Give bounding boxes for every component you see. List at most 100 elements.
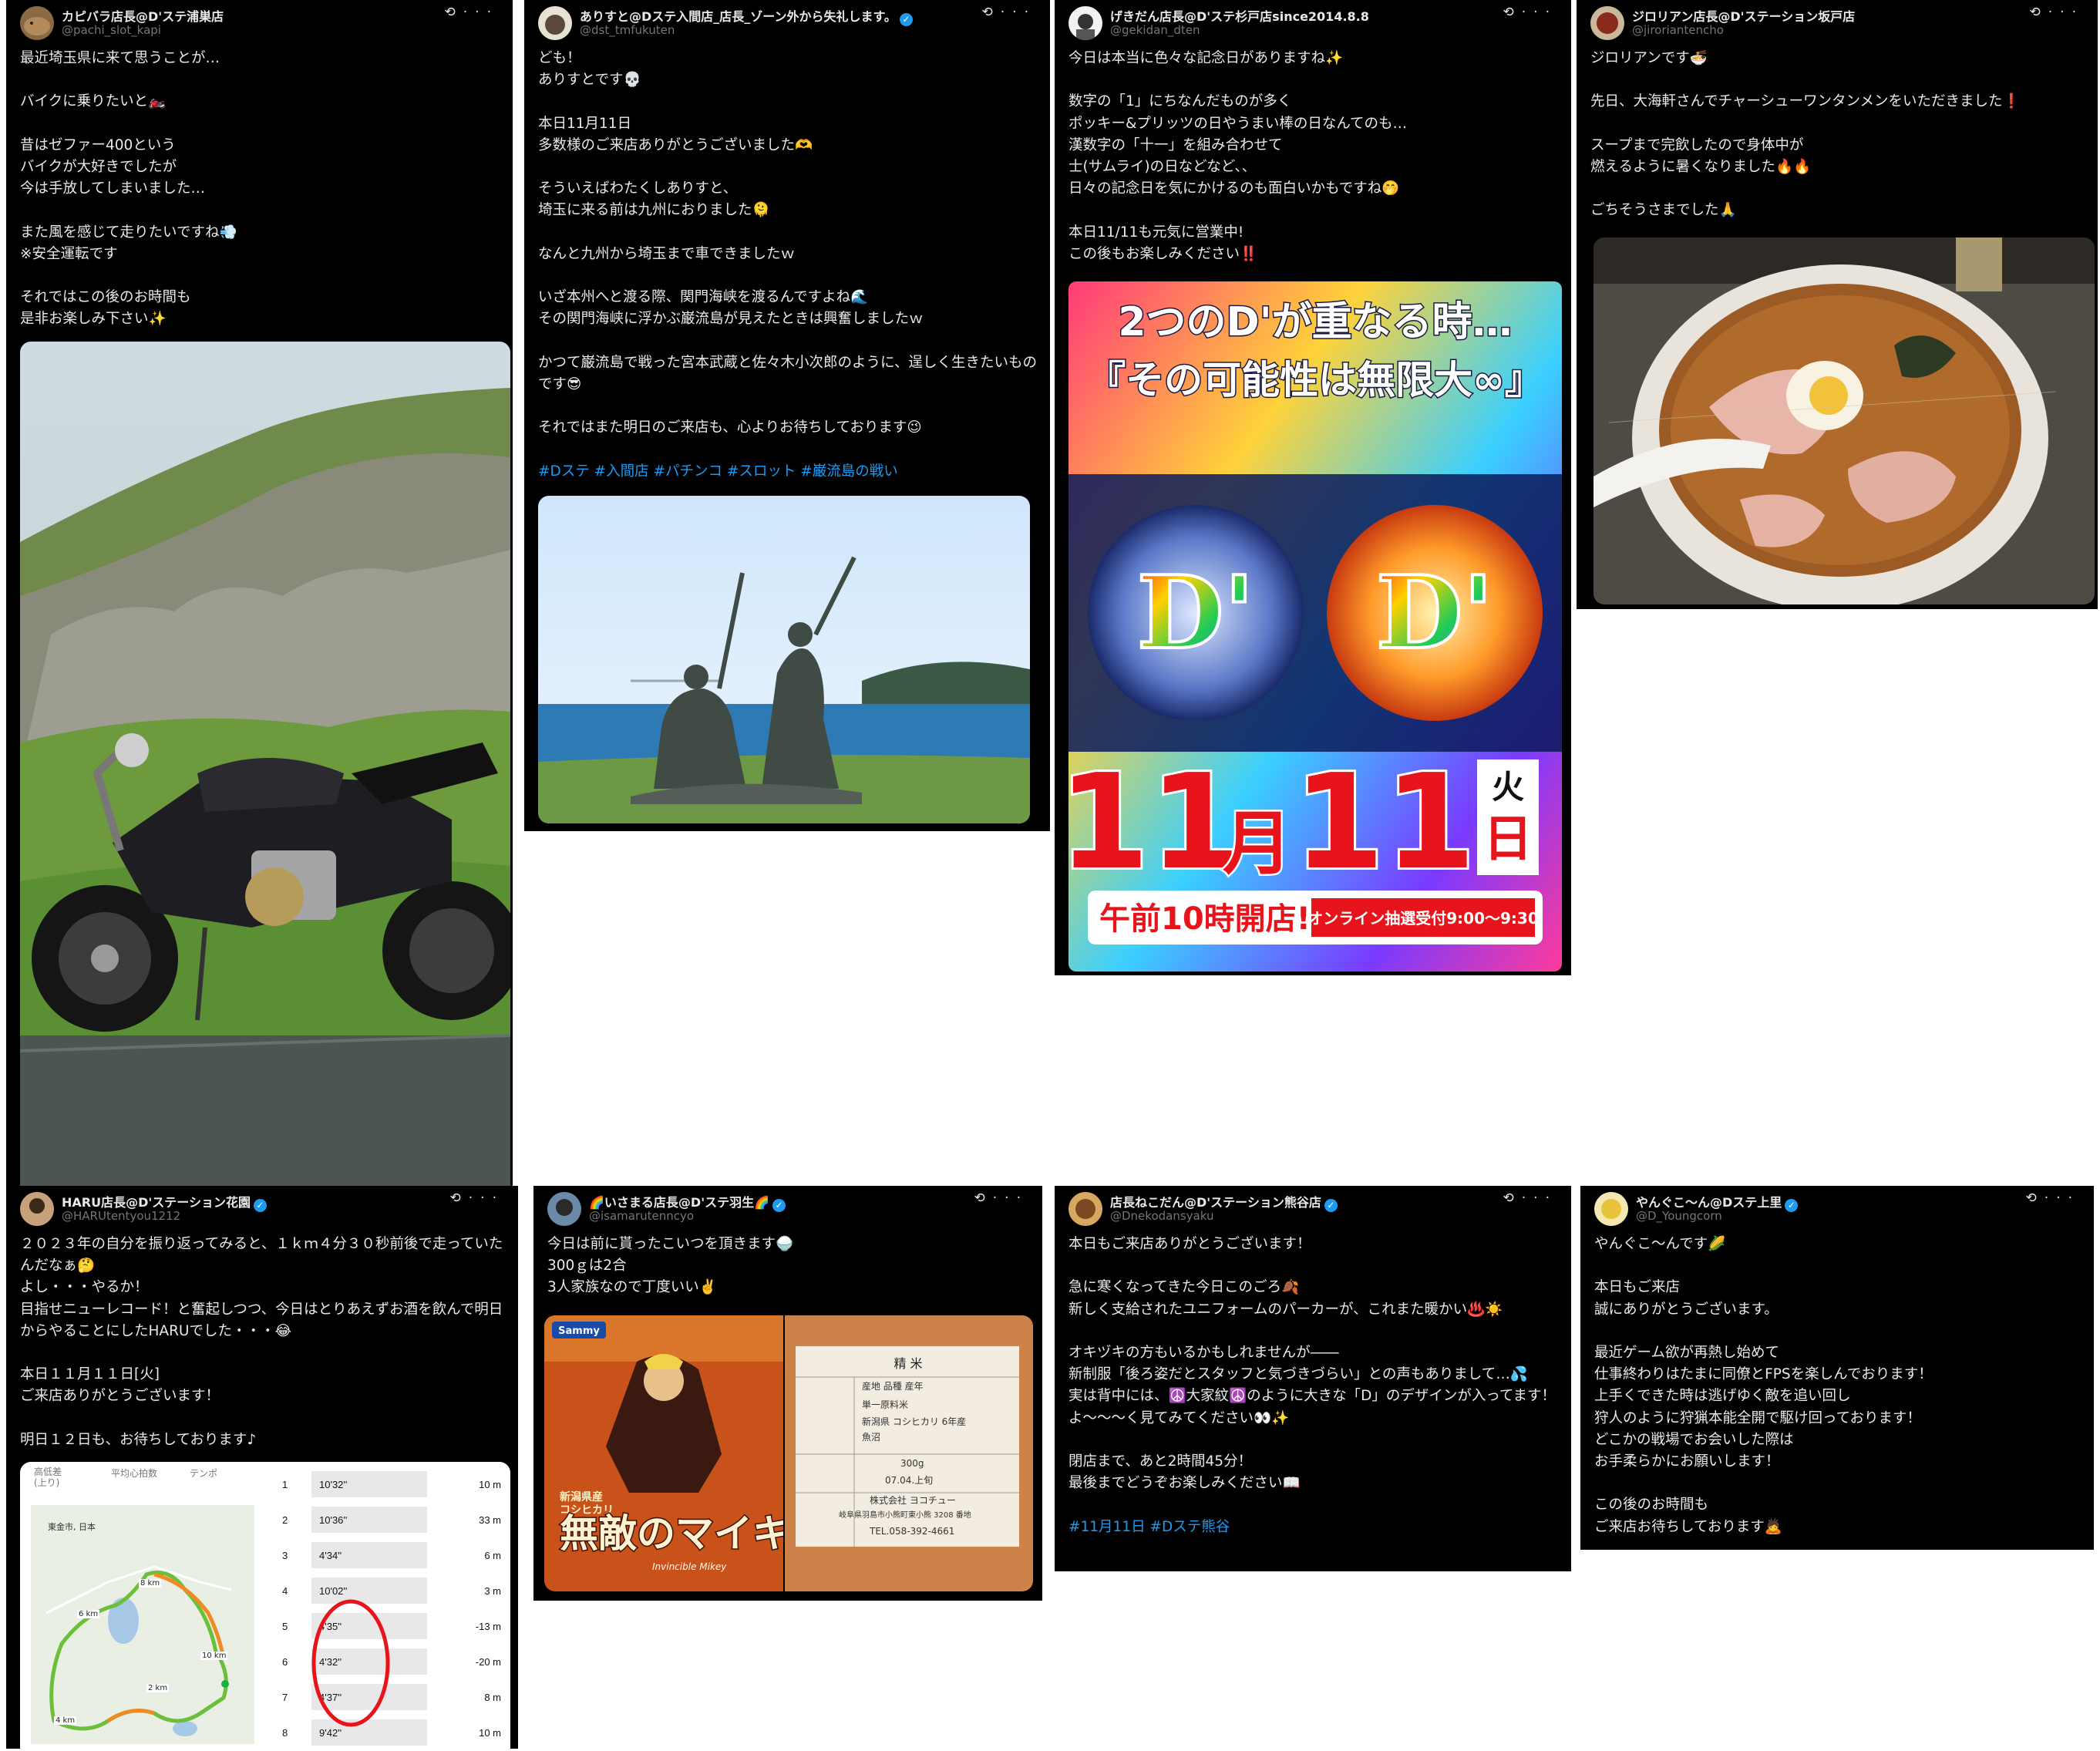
route-map[interactable]: 東金市, 日本 8 km 6 km 10 km 2 km 4 km	[31, 1505, 254, 1744]
header-actions: ⟲···	[2026, 1190, 2080, 1206]
poster-weekday: 火	[1492, 768, 1524, 806]
poster-open-time: 午前10時開店!	[1099, 901, 1311, 937]
rice-label-row: 魚沼	[862, 1432, 880, 1443]
post-card: カピバラ店長@D'ステ浦巣店 @pachi_slot_kapi ⟲··· 最近埼…	[6, 0, 513, 1195]
poster-headline-1: 2つのD'が重なる時…	[1118, 299, 1512, 345]
user-handle[interactable]: @gekidan_dten	[1110, 23, 1200, 37]
rice-label-row: 新潟県 コシヒカリ 6年産	[862, 1416, 966, 1427]
grok-icon[interactable]: ⟲	[2030, 5, 2048, 20]
statue-photo[interactable]	[538, 496, 1030, 823]
post-header: カピバラ店長@D'ステ浦巣店 @pachi_slot_kapi ⟲···	[20, 5, 499, 43]
avatar[interactable]	[1069, 1192, 1102, 1226]
grok-icon[interactable]: ⟲	[1503, 5, 1522, 20]
grok-icon[interactable]: ⟲	[974, 1190, 993, 1206]
post-header: げきだん店長@D'ステ杉戸店since2014.8.8 @gekidan_dte…	[1069, 5, 1557, 43]
avatar[interactable]	[538, 6, 572, 40]
avatar[interactable]	[1069, 6, 1102, 40]
grok-icon[interactable]: ⟲	[445, 5, 463, 20]
post-card: やんぐこ〜ん@Dステ上里 ✓ @D_Youngcorn ⟲··· やんぐこ〜んです…	[1580, 1186, 2094, 1550]
more-icon[interactable]: ···	[993, 1190, 1028, 1206]
avatar[interactable]	[547, 1192, 581, 1226]
verified-badge-icon: ✓	[1324, 1199, 1338, 1212]
table-row: 2 10'36'' 33 m	[274, 1502, 506, 1536]
rice-package-photo-front[interactable]: Sammy 新潟県産コシヒカリ 無敵のマイキー Invincible Mikey	[544, 1315, 783, 1591]
post-text: ジロリアンです🍜 先日、大海軒さんでチャーシューワンタンメンをいただきました❗ …	[1590, 50, 2021, 219]
avatar[interactable]	[1594, 1192, 1628, 1226]
verified-badge-icon: ✓	[1785, 1199, 1799, 1212]
more-icon[interactable]: ···	[1522, 1190, 1557, 1206]
more-icon[interactable]: ···	[1522, 5, 1557, 20]
post-card: ジロリアン店長@D'ステーション坂戸店 @jiroriantencho ⟲···…	[1577, 0, 2098, 609]
header-actions: ⟲···	[1503, 5, 1557, 20]
header-actions: ⟲···	[450, 1190, 504, 1206]
avatar[interactable]	[20, 6, 54, 40]
more-icon[interactable]: ···	[2048, 5, 2084, 20]
grok-icon[interactable]: ⟲	[1503, 1190, 1522, 1206]
run-header-heartrate: 平均心拍数	[111, 1468, 158, 1479]
run-header-elevation: 高低差 (上り)	[34, 1466, 62, 1488]
post-header: ありすと@Dステ入間店_店長_ゾーン外から失礼します。 ✓ @dst_tmfuku…	[538, 5, 1036, 43]
avatar[interactable]	[1590, 6, 1624, 40]
display-name[interactable]: カピバラ店長@D'ステ浦巣店	[62, 6, 224, 25]
poster-lottery: オンライン抽選受付9:00～9:30	[1307, 909, 1539, 928]
post-text: 最近埼玉県に来て思うことが… バイクに乗りたいと🏍️ 昔はゼファー400という …	[20, 50, 237, 328]
avatar[interactable]	[20, 1192, 54, 1226]
map-km-8: 8 km	[139, 1579, 162, 1588]
grok-icon[interactable]: ⟲	[450, 1190, 469, 1206]
rice-label-row: 産地 品種 産年	[862, 1380, 924, 1392]
event-poster[interactable]: D' D' 2つのD'が重なる時… 『その可能性は無限大∞』 11 月 11 火…	[1069, 281, 1562, 971]
ramen-photo[interactable]	[1594, 237, 2095, 604]
hashtags[interactable]: #11月11日 #Dステ熊谷	[1069, 1519, 1230, 1535]
rice-label-row: 単一原料米	[862, 1399, 908, 1410]
post-text: やんぐこ〜んです🌽 本日もご来店 誠にありがとうございます。 最近ゲーム欲が再熱…	[1594, 1236, 1933, 1535]
user-handle[interactable]: @HARUtentyou1212	[62, 1209, 180, 1223]
more-icon[interactable]: ···	[1001, 5, 1036, 20]
verified-badge-icon: ✓	[899, 13, 913, 26]
rice-label-row: 07.04.上旬	[885, 1475, 933, 1486]
table-row: 1 10'32'' 10 m	[274, 1466, 506, 1500]
rice-label-title: 精 米	[894, 1356, 922, 1371]
grok-icon[interactable]: ⟲	[982, 5, 1001, 20]
more-icon[interactable]: ···	[469, 1190, 504, 1206]
hashtags[interactable]: #Dステ #入間店 #パチンコ #スロット #巌流島の戦い	[538, 463, 898, 480]
more-icon[interactable]: ···	[2044, 1190, 2080, 1206]
post-card: HARU店長@D'ステーション花園 ✓ @HARUtentyou1212 ⟲···…	[6, 1186, 518, 1749]
display-name[interactable]: ジロリアン店長@D'ステーション坂戸店	[1632, 6, 1855, 25]
user-handle[interactable]: @pachi_slot_kapi	[62, 23, 161, 37]
poster-day-unit: 日	[1483, 811, 1533, 868]
user-handle[interactable]: @jiroriantencho	[1632, 23, 1724, 37]
header-actions: ⟲···	[445, 5, 499, 20]
map-km-6: 6 km	[77, 1610, 100, 1618]
user-handle[interactable]: @Dnekodansyaku	[1110, 1209, 1213, 1223]
display-name[interactable]: げきだん店長@D'ステ杉戸店since2014.8.8	[1110, 6, 1369, 25]
post-card: 店長ねこだん@D'ステーション熊谷店 ✓ @Dnekodansyaku ⟲··· …	[1055, 1186, 1571, 1571]
post-text: 今日は前に貰ったこいつを頂きます🍚 300ｇは2合 3人家族なので丁度いい✌️	[547, 1236, 794, 1296]
post-header: やんぐこ〜ん@Dステ上里 ✓ @D_Youngcorn ⟲···	[1594, 1190, 2080, 1229]
post-card: げきだん店長@D'ステ杉戸店since2014.8.8 @gekidan_dte…	[1055, 0, 1571, 975]
rice-title-big: 無敵のマイキー	[560, 1510, 783, 1556]
run-screenshot[interactable]: 高低差 (上り) 平均心拍数 テンポ 東金市, 日本 8 km 6 km 10 …	[20, 1462, 510, 1749]
post-header: ジロリアン店長@D'ステーション坂戸店 @jiroriantencho ⟲···	[1590, 5, 2084, 43]
map-location: 東金市, 日本	[48, 1522, 96, 1532]
rice-package-photo-label[interactable]: 精 米 産地 品種 産年 単一原料米 新潟県 コシヒカリ 6年産 魚沼 300g…	[785, 1315, 1033, 1591]
user-handle[interactable]: @isamarutenncyo	[589, 1209, 694, 1223]
red-circle-annotation	[311, 1599, 390, 1727]
more-icon[interactable]: ···	[463, 5, 499, 20]
user-handle[interactable]: @D_Youngcorn	[1636, 1209, 1722, 1223]
post-header: 🌈いさまる店長@D'ステ羽生🌈 ✓ @isamarutenncyo ⟲···	[547, 1190, 1028, 1229]
user-handle[interactable]: @dst_tmfukuten	[580, 23, 675, 37]
rice-label-row: 株式会社 ヨコチュー	[870, 1494, 956, 1506]
post-header: HARU店長@D'ステーション花園 ✓ @HARUtentyou1212 ⟲···	[20, 1190, 504, 1229]
post-text: ども！ ありすとです💀 本日11月11日 多数様のご来店ありがとうございました🫶…	[538, 50, 1037, 480]
post-card: 🌈いさまる店長@D'ステ羽生🌈 ✓ @isamarutenncyo ⟲··· 今日…	[533, 1186, 1042, 1601]
map-km-4: 4 km	[54, 1716, 77, 1725]
motorcycle-photo[interactable]	[20, 342, 510, 1195]
verified-badge-icon: ✓	[772, 1199, 786, 1212]
post-card: ありすと@Dステ入間店_店長_ゾーン外から失礼します。 ✓ @dst_tmfuku…	[524, 0, 1050, 831]
post-header: 店長ねこだん@D'ステーション熊谷店 ✓ @Dnekodansyaku ⟲···	[1069, 1190, 1557, 1229]
post-text: 今日は本当に色々な記念日がありますね✨ 数字の「1」にちなんだものが多く ポッキ…	[1069, 50, 1408, 262]
splits-table: 1 10'32'' 10 m 2 10'36'' 33 m 3 4'34'' 6 m 4 10…	[274, 1466, 506, 1749]
grok-icon[interactable]: ⟲	[2026, 1190, 2044, 1206]
post-text: ２０２３年の自分を振り返ってみると、１ｋｍ４分３０秒前後で走っていたんだなぁ🤔 …	[20, 1236, 503, 1448]
map-km-2: 2 km	[146, 1684, 170, 1692]
